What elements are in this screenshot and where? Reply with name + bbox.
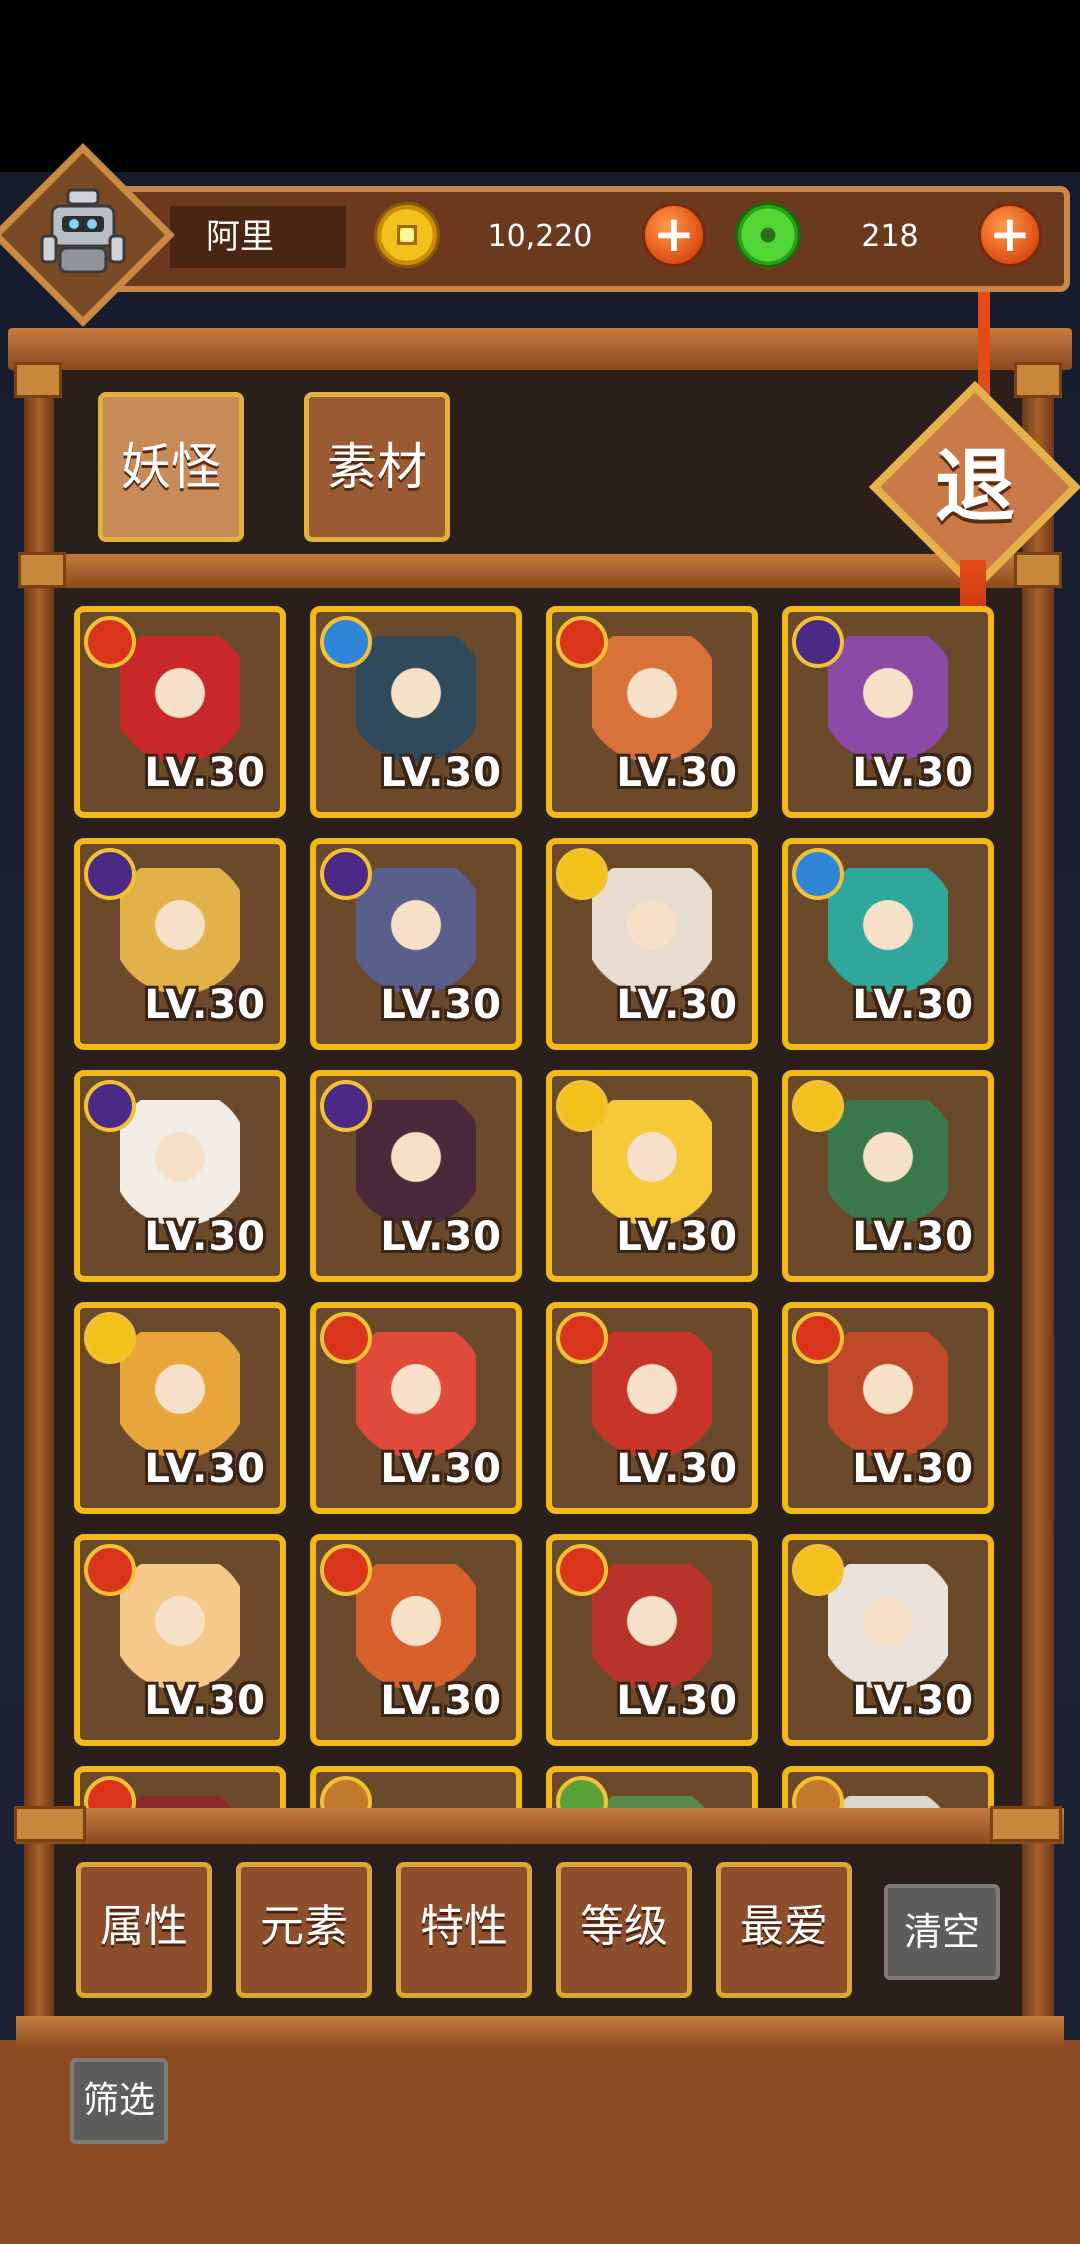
- earth-element-icon: [320, 1776, 372, 1810]
- monster-card[interactable]: LV.30: [546, 1302, 758, 1514]
- shelf-left-post: [24, 360, 54, 2040]
- light-element-icon: [556, 1080, 608, 1132]
- level-label: LV.30: [144, 1214, 266, 1260]
- gold-amount: 10,220: [487, 219, 593, 254]
- level-label: LV.30: [144, 1446, 266, 1492]
- fire-element-icon: [320, 1544, 372, 1596]
- clear-button[interactable]: 清空: [884, 1884, 1000, 1980]
- robot-avatar-icon[interactable]: [38, 186, 128, 282]
- tab-material[interactable]: 素材: [304, 392, 450, 542]
- level-label: LV.30: [616, 1678, 738, 1724]
- earth-element-icon: [792, 1776, 844, 1810]
- light-element-icon: [792, 1544, 844, 1596]
- level-label: LV.30: [852, 750, 974, 796]
- level-label: LV.30: [852, 1678, 974, 1724]
- monster-card[interactable]: LV.30: [310, 838, 522, 1050]
- fire-element-icon: [320, 1312, 372, 1364]
- monster-card[interactable]: LV.30: [546, 1534, 758, 1746]
- level-label: LV.30: [380, 750, 502, 796]
- shelf-bracket: [990, 1806, 1062, 1842]
- level-label: LV.30: [616, 750, 738, 796]
- filter-trait-button[interactable]: 特性: [396, 1862, 532, 1998]
- fire-element-icon: [556, 1544, 608, 1596]
- level-label: LV.30: [616, 1214, 738, 1260]
- monster-card[interactable]: [546, 1766, 758, 1810]
- wood-element-icon: [556, 1776, 608, 1810]
- monster-card[interactable]: LV.30: [310, 1070, 522, 1282]
- monster-card[interactable]: LV.30: [782, 606, 994, 818]
- jade-coin-icon: [735, 202, 801, 268]
- level-label: LV.30: [380, 1446, 502, 1492]
- filter-attribute-button[interactable]: 属性: [76, 1862, 212, 1998]
- level-label: LV.30: [144, 750, 266, 796]
- exit-label[interactable]: 退: [900, 412, 1050, 562]
- shelf-right-post: [1022, 360, 1054, 2040]
- level-label: LV.30: [616, 1446, 738, 1492]
- level-label: LV.30: [380, 1678, 502, 1724]
- water-element-icon: [320, 616, 372, 668]
- monster-card[interactable]: LV.30: [546, 1070, 758, 1282]
- monster-card[interactable]: LV.30: [74, 1070, 286, 1282]
- level-label: LV.30: [852, 982, 974, 1028]
- fire-element-icon: [792, 1312, 844, 1364]
- monster-card[interactable]: LV.30: [782, 1302, 994, 1514]
- monster-card[interactable]: LV.30: [310, 606, 522, 818]
- monster-card[interactable]: [782, 1766, 994, 1810]
- monster-card[interactable]: [74, 1766, 286, 1810]
- monster-card[interactable]: LV.30: [782, 1070, 994, 1282]
- shelf-bracket: [1014, 362, 1062, 398]
- shelf-bracket: [18, 552, 66, 588]
- add-gold-button[interactable]: +: [642, 203, 706, 267]
- add-jade-button[interactable]: +: [978, 203, 1042, 267]
- fire-element-icon: [556, 616, 608, 668]
- monster-card[interactable]: LV.30: [782, 838, 994, 1050]
- monster-card[interactable]: LV.30: [74, 1302, 286, 1514]
- level-label: LV.30: [380, 1214, 502, 1260]
- level-label: LV.30: [144, 1678, 266, 1724]
- dark-element-icon: [320, 1080, 372, 1132]
- monster-card[interactable]: LV.30: [310, 1534, 522, 1746]
- tab-monster[interactable]: 妖怪: [98, 392, 244, 542]
- fire-element-icon: [84, 1544, 136, 1596]
- dark-element-icon: [84, 848, 136, 900]
- fire-element-icon: [556, 1312, 608, 1364]
- shelf-bracket: [14, 362, 62, 398]
- level-label: LV.30: [616, 982, 738, 1028]
- filter-button[interactable]: 筛选: [70, 2058, 168, 2144]
- monster-card[interactable]: LV.30: [546, 838, 758, 1050]
- fire-element-icon: [84, 616, 136, 668]
- dark-element-icon: [792, 616, 844, 668]
- filter-favorite-button[interactable]: 最爱: [716, 1862, 852, 1998]
- light-element-icon: [792, 1080, 844, 1132]
- dark-element-icon: [84, 1080, 136, 1132]
- monster-card[interactable]: LV.30: [74, 606, 286, 818]
- fire-element-icon: [84, 1776, 136, 1810]
- monster-card[interactable]: LV.30: [310, 1302, 522, 1514]
- monster-card[interactable]: [310, 1766, 522, 1810]
- shelf-top-beam: [8, 328, 1072, 370]
- shelf-low-beam: [16, 1808, 1064, 1844]
- monster-card[interactable]: LV.30: [782, 1534, 994, 1746]
- filter-element-button[interactable]: 元素: [236, 1862, 372, 1998]
- light-element-icon: [556, 848, 608, 900]
- shelf-bottom-beam: [16, 2016, 1064, 2050]
- jade-amount: 218: [861, 219, 919, 254]
- level-label: LV.30: [144, 982, 266, 1028]
- monster-grid: LV.30 LV.30 LV.30 LV.30 LV.30 LV.30 LV.30 LV.30…: [74, 606, 1000, 1810]
- monster-card[interactable]: LV.30: [546, 606, 758, 818]
- water-element-icon: [792, 848, 844, 900]
- gold-coin-hole: [397, 225, 417, 245]
- player-name: 阿里: [206, 217, 274, 257]
- light-element-icon: [84, 1312, 136, 1364]
- level-label: LV.30: [852, 1446, 974, 1492]
- monster-card[interactable]: LV.30: [74, 838, 286, 1050]
- monster-card[interactable]: LV.30: [74, 1534, 286, 1746]
- dark-element-icon: [320, 848, 372, 900]
- shelf-bracket: [14, 1806, 86, 1842]
- level-label: LV.30: [852, 1214, 974, 1260]
- filter-level-button[interactable]: 等级: [556, 1862, 692, 1998]
- level-label: LV.30: [380, 982, 502, 1028]
